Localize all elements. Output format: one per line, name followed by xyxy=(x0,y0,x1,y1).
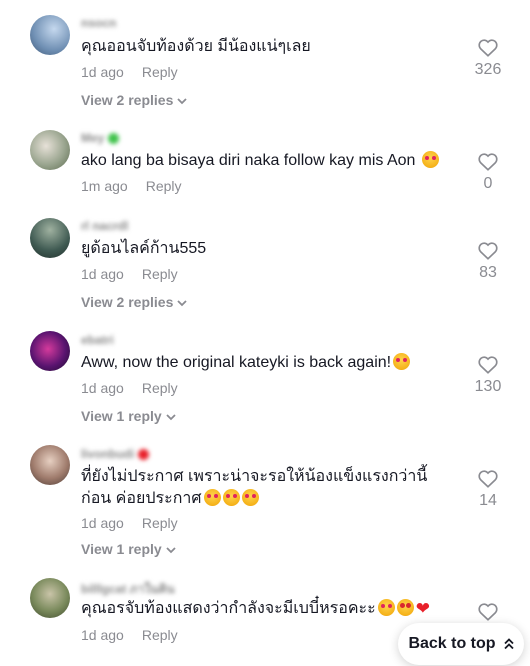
like-group: 0 xyxy=(460,153,516,193)
comment-time: 1d ago xyxy=(81,627,124,643)
comment-text: ako lang ba bisaya diri naka follow kay … xyxy=(81,150,451,172)
comment-time: 1m ago xyxy=(81,178,128,194)
comment-username[interactable]: livonbudi xyxy=(81,447,150,461)
heart-icon[interactable] xyxy=(478,603,498,621)
verified-badge-icon xyxy=(108,133,120,145)
avatar[interactable] xyxy=(30,578,70,618)
comment-text: คุณออนจับท้องด้วย มีน้องแน่ๆเลย xyxy=(81,38,311,55)
view-replies-button[interactable]: View 2 replies xyxy=(81,294,187,310)
comment-meta: 1m ago Reply xyxy=(81,178,182,194)
smiling-hearts-emoji-icon xyxy=(393,353,411,370)
avatar[interactable] xyxy=(30,15,70,55)
comment-time: 1d ago xyxy=(81,515,124,531)
reply-button[interactable]: Reply xyxy=(146,178,182,194)
chevron-down-icon xyxy=(166,414,176,421)
chevron-down-icon xyxy=(166,547,176,554)
red-heart-emoji-icon: ❤ xyxy=(415,599,430,618)
comment-text: ยูด้อนไลค์ก้าน555 xyxy=(81,240,207,257)
avatar[interactable] xyxy=(30,445,70,485)
comment-meta: 1d ago Reply xyxy=(81,515,178,531)
like-group: 130 xyxy=(460,356,516,396)
avatar[interactable] xyxy=(30,130,70,170)
like-group xyxy=(460,603,516,625)
comment-text: ที่ยังไม่ประกาศ เพราะน่าจะรอให้น้องแข็งแ… xyxy=(81,468,428,507)
reply-button[interactable]: Reply xyxy=(142,266,178,282)
double-chevron-up-icon xyxy=(503,638,514,650)
heart-icon[interactable] xyxy=(478,39,498,57)
comment-time: 1d ago xyxy=(81,64,124,80)
back-to-top-button[interactable]: Back to top xyxy=(398,623,524,665)
reply-button[interactable]: Reply xyxy=(142,380,178,396)
comment-time: 1d ago xyxy=(81,380,124,396)
comment-time: 1d ago xyxy=(81,266,124,282)
heart-icon[interactable] xyxy=(478,242,498,260)
chevron-down-icon xyxy=(177,300,187,307)
reply-button[interactable]: Reply xyxy=(142,627,178,643)
chevron-down-icon xyxy=(177,98,187,105)
like-count: 0 xyxy=(483,175,493,192)
avatar[interactable] xyxy=(30,331,70,371)
avatar[interactable] xyxy=(30,218,70,258)
like-group: 14 xyxy=(460,470,516,510)
comment-meta: 1d ago Reply xyxy=(81,627,178,643)
comment-text: คุณอรจับท้องแสดงว่ากำลังจะมีเบบี๋หรอคะะ ❤ xyxy=(81,599,430,618)
comment-meta: 1d ago Reply xyxy=(81,64,178,80)
heart-icon[interactable] xyxy=(478,153,498,171)
comment-username[interactable]: Mey xyxy=(81,131,120,145)
view-replies-button[interactable]: View 1 reply xyxy=(81,408,176,424)
star-struck-emoji-icon xyxy=(396,599,414,616)
like-count: 83 xyxy=(479,264,497,281)
comment-text: Aww, now the original kateyki is back ag… xyxy=(81,352,451,374)
like-group: 83 xyxy=(460,242,516,282)
comment-username[interactable]: ebatri xyxy=(81,333,114,347)
reply-button[interactable]: Reply xyxy=(142,64,178,80)
like-count: 14 xyxy=(479,492,497,509)
view-replies-button[interactable]: View 1 reply xyxy=(81,541,176,557)
smiling-hearts-emoji-icon xyxy=(241,489,259,506)
view-replies-button[interactable]: View 2 replies xyxy=(81,92,187,108)
like-count: 130 xyxy=(474,378,502,395)
back-to-top-label: Back to top xyxy=(408,635,496,652)
comment-meta: 1d ago Reply xyxy=(81,380,178,396)
comment-username[interactable]: billlgcat ภาในคิน xyxy=(81,580,175,596)
smiling-hearts-emoji-icon xyxy=(421,151,439,168)
heart-badge-icon xyxy=(138,449,150,461)
smiling-hearts-emoji-icon xyxy=(203,489,221,506)
smiling-hearts-emoji-icon xyxy=(377,599,395,616)
reply-button[interactable]: Reply xyxy=(142,515,178,531)
comment-username[interactable]: nsocn xyxy=(81,16,116,30)
comment-username[interactable]: rl nacrdl xyxy=(81,219,128,233)
like-group: 326 xyxy=(460,39,516,79)
comment-meta: 1d ago Reply xyxy=(81,266,178,282)
heart-icon[interactable] xyxy=(478,356,498,374)
heart-icon[interactable] xyxy=(478,470,498,488)
smiling-hearts-emoji-icon xyxy=(222,489,240,506)
like-count: 326 xyxy=(474,61,502,78)
